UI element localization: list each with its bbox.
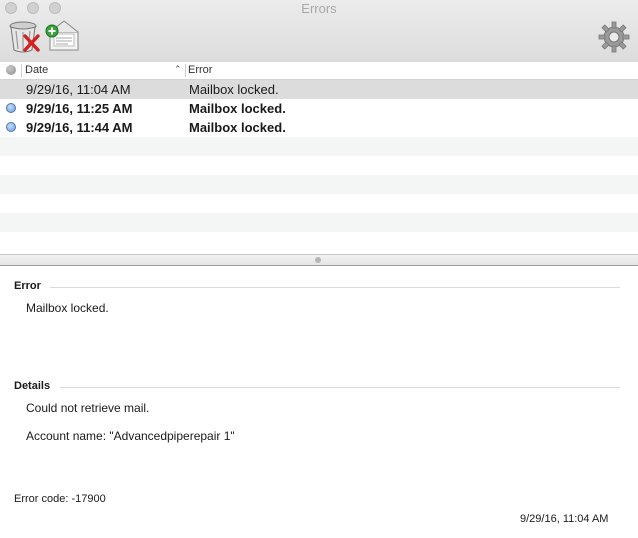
window-title: Errors (301, 1, 337, 16)
empty-row (0, 213, 638, 232)
split-view-divider[interactable] (0, 254, 638, 266)
empty-row (0, 156, 638, 175)
row-date: 9/29/16, 11:44 AM (26, 120, 133, 135)
row-error: Mailbox locked. (189, 82, 279, 97)
error-timestamp: 9/29/16, 11:04 AM (520, 513, 609, 525)
error-section-heading: Error (14, 280, 41, 292)
error-code: Error code: -17900 (14, 493, 106, 505)
table-row[interactable]: 9/29/16, 11:44 AM Mailbox locked. (0, 118, 638, 137)
status-column-header[interactable] (6, 65, 16, 75)
date-column-header[interactable]: Date (25, 64, 48, 76)
gear-icon (598, 21, 630, 53)
section-divider (60, 387, 620, 388)
empty-row (0, 194, 638, 213)
row-date: 9/29/16, 11:25 AM (26, 101, 133, 116)
unread-dot-icon (6, 122, 16, 132)
empty-row (0, 232, 638, 251)
delete-errors-button[interactable] (7, 18, 41, 57)
details-section-heading: Details (14, 380, 51, 392)
trash-icon (9, 21, 40, 53)
table-header: Date ⌃ Error (0, 62, 638, 80)
column-divider (21, 64, 22, 77)
row-error: Mailbox locked. (189, 101, 286, 116)
empty-row (0, 137, 638, 156)
envelope-plus-icon (45, 20, 79, 51)
settings-button[interactable] (598, 21, 630, 56)
empty-row (0, 175, 638, 194)
column-divider (185, 64, 186, 77)
error-column-header[interactable]: Error (188, 64, 212, 76)
row-error: Mailbox locked. (189, 120, 286, 135)
table-row[interactable]: 9/29/16, 11:04 AM Mailbox locked. (0, 80, 638, 99)
row-date: 9/29/16, 11:04 AM (26, 82, 131, 97)
divider-grip-icon (315, 257, 321, 263)
error-list: 9/29/16, 11:04 AM Mailbox locked. 9/29/1… (0, 80, 638, 254)
details-text: Could not retrieve mail. (26, 401, 150, 415)
table-row[interactable]: 9/29/16, 11:25 AM Mailbox locked. (0, 99, 638, 118)
sort-ascending-icon: ⌃ (174, 64, 182, 74)
unread-dot-icon (6, 103, 16, 113)
toolbar: Errors (0, 0, 638, 63)
new-message-button[interactable] (44, 20, 82, 57)
account-name-text: Account name: "Advancedpiperepair 1" (26, 429, 235, 443)
section-divider (50, 287, 620, 288)
error-message: Mailbox locked. (26, 301, 109, 315)
